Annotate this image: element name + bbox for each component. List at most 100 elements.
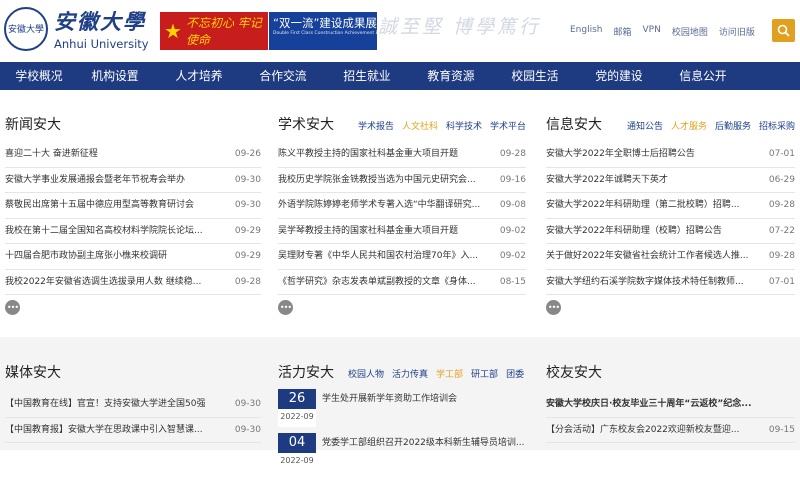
item-text: 我校在第十二届全国知名高校材料学院院长论坛... [5, 225, 203, 236]
media-list: 【中国教育在线】官宣！支持安徽大学进全国50强 09-30 【中国教育报】安徽大学… [5, 392, 261, 443]
item-text: 吴理财专著《中华人民共和国农村治理70年》入... [278, 251, 479, 261]
item-date: 09-08 [499, 200, 526, 210]
date-badge: 26 2022-09 [278, 389, 316, 427]
list-item[interactable]: 04 2022-09 党委学工部组织召开2022级本科新生辅导员培训... [278, 433, 526, 477]
item-text: 安徽大学2022年科研助理（校聘）招聘公告 [546, 225, 722, 236]
tab-activity-news[interactable]: 活力传真 [392, 367, 428, 380]
list-item[interactable]: 安徽大学纽约石溪学院数字媒体技术特任制教师... 07-01 [546, 270, 795, 295]
more-button[interactable]: ••• [278, 300, 293, 315]
list-item[interactable]: 蔡敬民出席第十五届中德应用型高等教育研讨会 09-30 [5, 193, 261, 219]
item-text: 吴学琴教授主持的国家社科基金重大项目开题 [278, 225, 459, 236]
list-item[interactable]: 【中国教育报】安徽大学在思政课中引入智慧课... 09-30 [5, 418, 261, 443]
tab-notices[interactable]: 通知公告 [627, 119, 663, 132]
item-text: 安徽大学2022年诚聘天下英才 [546, 174, 668, 185]
academic-list: 陈义平教授主持的国家社科基金重大项目开题 09-28 我校历史学院张金铣教授当选为… [278, 142, 526, 295]
item-date: 07-01 [768, 276, 795, 287]
nav-admission[interactable]: 招生就业 [325, 62, 409, 90]
list-item[interactable]: 安徽大学2022年科研助理（校聘）招聘公告 07-22 [546, 219, 795, 244]
party-banner[interactable]: ★ 不忘初心 牢记使命 [160, 12, 268, 50]
list-item[interactable]: 安徽大学校庆日·校友毕业三十周年“云返校”纪念... [546, 392, 795, 418]
list-item[interactable]: 喜迎二十大 奋进新征程 09-26 [5, 142, 261, 168]
tab-student-affairs[interactable]: 学工部 [436, 367, 463, 380]
item-date: 09-26 [234, 149, 261, 159]
list-item[interactable]: 陈义平教授主持的国家社科基金重大项目开题 09-28 [278, 142, 526, 168]
item-date: 09-16 [499, 174, 526, 185]
item-date: 07-22 [768, 225, 795, 236]
list-item[interactable]: 吴理财专著《中华人民共和国农村治理70年》入... 09-02 [278, 244, 526, 270]
list-item[interactable]: 安徽大学2022年全职博士后招聘公告 07-01 [546, 142, 795, 168]
logo-english-name: Anhui University [54, 37, 149, 51]
main-nav: 学校概况 机构设置 人才培养 合作交流 招生就业 教育资源 校园生活 党的建设 … [0, 62, 800, 90]
item-date: 09-02 [499, 225, 526, 236]
list-item[interactable]: 我校在第十二届全国知名高校材料学院院长论坛... 09-29 [5, 219, 261, 244]
section-title[interactable]: 信息安大 [546, 114, 602, 134]
top-links: English 邮箱 VPN 校园地图 访问旧版 [570, 25, 755, 38]
section-title[interactable]: 新闻安大 [5, 114, 61, 134]
academic-section: 学术安大 学术报告 人文社科 科学技术 学术平台 陈义平教授主持的国家社科基金重… [278, 114, 526, 315]
section-title[interactable]: 校友安大 [546, 362, 602, 382]
news-list: 喜迎二十大 奋进新征程 09-26 安徽大学事业发展通报会暨老年节祝寿会举办 09-… [5, 142, 261, 295]
item-date: 09-28 [768, 251, 795, 261]
tab-logistics[interactable]: 后勤服务 [715, 119, 751, 132]
list-item[interactable]: 26 2022-09 学生处开展新学年资助工作培训会 [278, 389, 526, 433]
nav-education[interactable]: 人才培养 [157, 62, 241, 90]
nav-about[interactable]: 学校概况 [5, 62, 73, 90]
list-item[interactable]: 吴学琴教授主持的国家社科基金重大项目开题 09-02 [278, 219, 526, 244]
list-item[interactable]: 《哲学研究》杂志发表单斌副教授的文章《身体... 08-15 [278, 270, 526, 295]
list-item[interactable]: 十四届合肥市政协副主席张小樵来校调研 09-29 [5, 244, 261, 270]
tab-procurement[interactable]: 招标采购 [759, 119, 795, 132]
date-day: 26 [278, 389, 316, 409]
item-date: 09-29 [234, 225, 261, 236]
item-text: 安徽大学事业发展通报会暨老年节祝寿会举办 [5, 174, 186, 185]
section-title[interactable]: 媒体安大 [5, 362, 61, 382]
nav-party[interactable]: 党的建设 [577, 62, 661, 90]
nav-exchange[interactable]: 合作交流 [241, 62, 325, 90]
tab-graduate-affairs[interactable]: 研工部 [471, 367, 498, 380]
list-item[interactable]: 安徽大学2022年科研助理（第二批校聘）招聘... 09-28 [546, 193, 795, 219]
tab-science-tech[interactable]: 科学技术 [446, 119, 482, 132]
date-day: 04 [278, 433, 316, 453]
section-title[interactable]: 学术安大 [278, 114, 334, 134]
double-first-class-banner[interactable]: “双一流”建设成果展 Double First Class Constructi… [269, 12, 398, 50]
section-title[interactable]: 活力安大 [278, 362, 334, 382]
search-button[interactable] [772, 19, 795, 42]
tab-academic-platform[interactable]: 学术平台 [490, 119, 526, 132]
item-text: 安徽大学纽约石溪学院数字媒体技术特任制教师... [546, 276, 744, 287]
list-item[interactable]: 【中国教育在线】官宣！支持安徽大学进全国50强 09-30 [5, 392, 261, 418]
tab-campus-people[interactable]: 校园人物 [348, 367, 384, 380]
list-item[interactable]: 安徽大学事业发展通报会暨老年节祝寿会举办 09-30 [5, 168, 261, 193]
more-button[interactable]: ••• [546, 300, 561, 315]
university-logo[interactable]: 安徽大學 安徽大學 Anhui University [4, 6, 149, 51]
nav-campus-life[interactable]: 校园生活 [493, 62, 577, 90]
link-mail[interactable]: 邮箱 [614, 25, 632, 38]
date-year-month: 2022-09 [280, 456, 314, 465]
seal-icon: 安徽大學 [4, 6, 48, 51]
info-section: 信息安大 通知公告 人才服务 后勤服务 招标采购 安徽大学2022年全职博士后招… [546, 114, 795, 315]
list-item[interactable]: 【分会活动】广东校友会2022欢迎新校友暨迎... 09-15 [546, 418, 795, 443]
link-campus-map[interactable]: 校园地图 [672, 25, 708, 38]
tab-humanities[interactable]: 人文社科 [402, 119, 438, 132]
site-header: 安徽大學 安徽大學 Anhui University ★ 不忘初心 牢记使命 “双… [0, 0, 800, 62]
tab-talent-service[interactable]: 人才服务 [671, 119, 707, 132]
list-item[interactable]: 我校历史学院张金铣教授当选为中国元史研究会... 09-16 [278, 168, 526, 193]
nav-organization[interactable]: 机构设置 [73, 62, 157, 90]
link-vpn[interactable]: VPN [643, 25, 661, 38]
link-old-version[interactable]: 访问旧版 [719, 25, 755, 38]
item-text: 【分会活动】广东校友会2022欢迎新校友暨迎... [546, 424, 740, 435]
list-item[interactable]: 我校2022年安徽省选调生选拔录用人数 继续稳... 09-28 [5, 270, 261, 295]
item-text: 【中国教育在线】官宣！支持安徽大学进全国50强 [5, 399, 206, 409]
item-date [765, 392, 795, 417]
tab-academic-reports[interactable]: 学术报告 [358, 119, 394, 132]
link-english[interactable]: English [570, 25, 603, 38]
list-item[interactable]: 关于做好2022年安徽省社会统计工作者候选人推... 09-28 [546, 244, 795, 270]
university-motto: 誠⾄堅 博學篤⾏ [378, 16, 542, 38]
list-item[interactable]: 外语学院陈婷婷老师学术专著入选“中华翻译研究... 09-08 [278, 193, 526, 219]
nav-disclosure[interactable]: 信息公开 [661, 62, 745, 90]
item-date: 09-29 [234, 251, 261, 261]
nav-resources[interactable]: 教育资源 [409, 62, 493, 90]
more-button[interactable]: ••• [5, 300, 20, 315]
tab-youth-league[interactable]: 团委 [506, 367, 524, 380]
item-date: 07-01 [768, 149, 795, 159]
item-date: 09-28 [499, 149, 526, 159]
list-item[interactable]: 安徽大学2022年诚聘天下英才 06-29 [546, 168, 795, 193]
